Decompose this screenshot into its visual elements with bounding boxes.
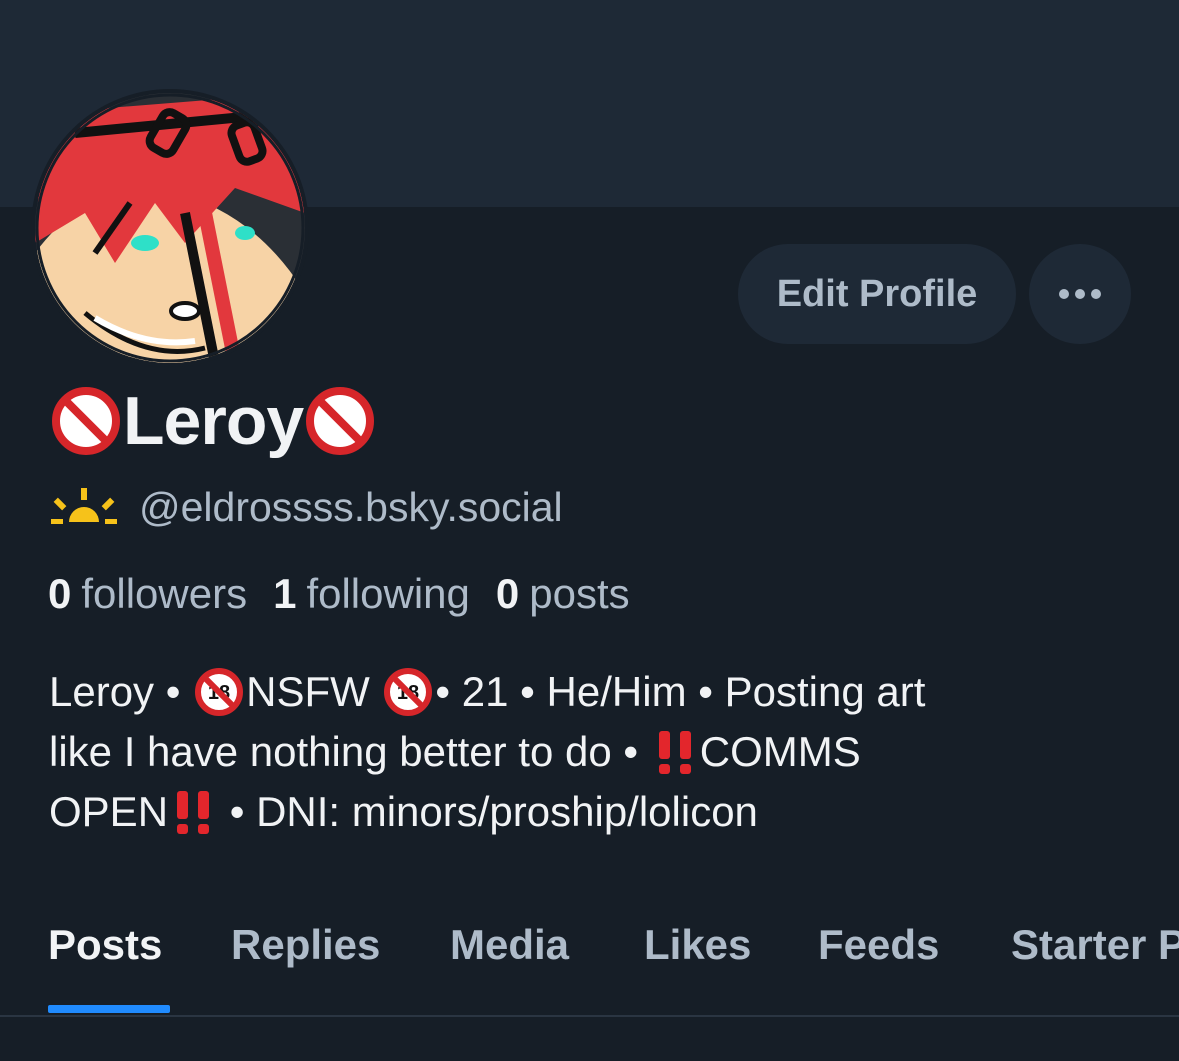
posts-label: posts	[529, 570, 630, 617]
sunrise-icon	[51, 488, 117, 524]
profile-handle: @eldrossss.bsky.social	[139, 483, 563, 530]
tab-replies[interactable]: Replies	[231, 921, 380, 969]
tab-posts[interactable]: Posts	[48, 921, 162, 969]
profile-bio: Leroy • 18 NSFW 18 • 21 • He/Him • Posti…	[49, 662, 1139, 842]
bio-line: OPEN • DNI: minors/proship/lolicon	[49, 782, 1139, 842]
tab-likes[interactable]: Likes	[644, 921, 751, 969]
following-label: following	[306, 570, 470, 617]
bio-line: like I have nothing better to do • COMMS	[49, 722, 1139, 782]
bio-text: Leroy •	[49, 668, 193, 715]
followers-label: followers	[81, 570, 248, 617]
no-entry-icon	[306, 387, 375, 455]
bio-text: COMMS	[699, 728, 861, 775]
more-options-button[interactable]	[1029, 244, 1131, 344]
posts-stat: 0 posts	[496, 570, 630, 618]
followers-count: 0	[48, 570, 72, 617]
following-stat[interactable]: 1 following	[273, 570, 470, 618]
bio-text: • 21 • He/Him • Posting art	[435, 668, 926, 715]
avatar-eye	[131, 235, 159, 251]
active-tab-indicator	[48, 1005, 170, 1013]
double-exclamation-icon	[177, 791, 210, 834]
no-entry-icon	[52, 387, 120, 455]
avatar[interactable]	[35, 93, 305, 363]
no-under-18-icon: 18	[195, 668, 244, 716]
profile-name-row: Leroy	[51, 382, 375, 460]
tab-media[interactable]: Media	[450, 921, 569, 969]
tab-feeds[interactable]: Feeds	[818, 921, 939, 969]
display-name: Leroy	[123, 383, 304, 459]
bio-line: Leroy • 18 NSFW 18 • 21 • He/Him • Posti…	[49, 662, 1139, 722]
no-under-18-icon: 18	[384, 668, 433, 716]
followers-stat[interactable]: 0 followers	[48, 570, 247, 618]
double-exclamation-icon	[658, 731, 691, 774]
ellipsis-icon	[1059, 289, 1101, 299]
bio-text: like I have nothing better to do •	[49, 728, 650, 775]
handle-row: @eldrossss.bsky.social	[51, 484, 563, 530]
avatar-frame[interactable]	[31, 89, 309, 367]
bio-text: NSFW	[246, 668, 382, 715]
bio-text: • DNI: minors/proship/lolicon	[218, 788, 758, 835]
tab-starter-packs[interactable]: Starter Packs	[1011, 921, 1179, 969]
profile-tabs: Posts Replies Media Likes Feeds Starter …	[0, 905, 1179, 1017]
bio-text: OPEN	[49, 788, 169, 835]
posts-count: 0	[495, 570, 520, 617]
edit-profile-button[interactable]: Edit Profile	[738, 244, 1016, 344]
following-count: 1	[273, 570, 297, 617]
profile-stats: 0 followers 1 following 0 posts	[48, 570, 656, 618]
profile-page: Edit Profile Leroy @eldrossss.bsky.socia…	[0, 0, 1179, 1061]
